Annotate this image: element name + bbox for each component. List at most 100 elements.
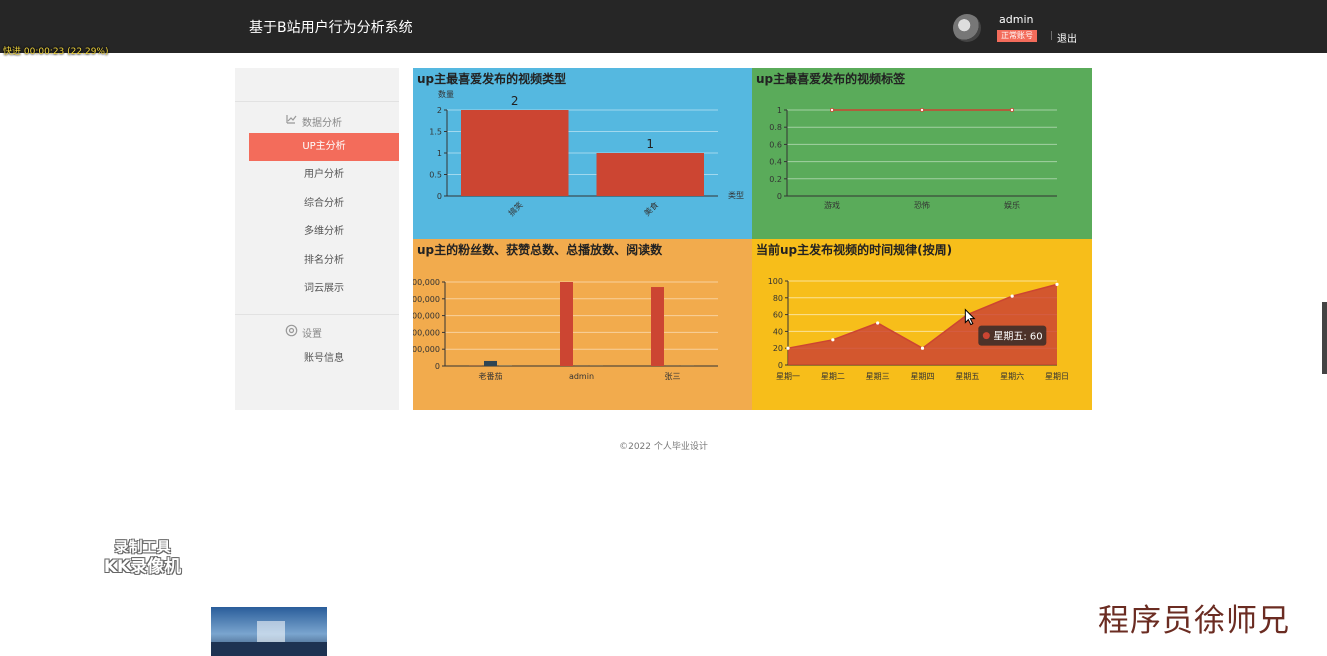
y-tick-label: 0.2	[769, 175, 782, 184]
line-point	[920, 346, 925, 350]
y-tick-label: 2	[437, 106, 442, 115]
video-types-bar-chart[interactable]: 0 0.5 1 1.5 2 数量类型 2 搞笑 1 美食	[413, 68, 752, 239]
x-tick-label: 搞笑	[506, 200, 524, 218]
separator: |	[1050, 31, 1054, 41]
x-tick-label: 张三	[665, 372, 681, 381]
recorder-watermark-line2: KK录像机	[103, 557, 182, 577]
x-tick-label: 星期日	[1045, 372, 1069, 381]
y-tick-label: 1	[437, 149, 442, 158]
chart-title: 当前up主发布视频的时间规律(按周)	[756, 243, 953, 257]
top-navbar: 基于B站用户行为分析系统 admin 正常账号 | 退出	[0, 0, 1327, 53]
line-point	[831, 338, 835, 342]
sidebar-item-ranking-analysis[interactable]: 排名分析	[249, 247, 399, 275]
x-tick-label: 美食	[642, 200, 660, 218]
x-tick-label: admin	[569, 372, 594, 381]
sidebar-divider	[235, 101, 399, 102]
sidebar-group-data-analysis: 数据分析	[235, 110, 399, 130]
line-point	[1055, 282, 1059, 286]
sidebar-group-label: 设置	[302, 329, 322, 340]
sidebar: 数据分析 UP主分析 用户分析 综合分析 多维分析 排名分析 词云展示 设置 账…	[235, 68, 399, 410]
data-label: 2	[511, 94, 519, 108]
sidebar-item-up-analysis[interactable]: UP主分析	[249, 133, 399, 161]
line-point	[786, 346, 790, 350]
analysis-icon	[285, 113, 297, 128]
y-tick-label: 0	[777, 192, 782, 201]
sidebar-item-account-info[interactable]: 账号信息	[249, 345, 399, 373]
user-avatar[interactable]	[953, 14, 981, 42]
y-tick-label: 0.6	[769, 140, 782, 149]
sidebar-item-word-cloud[interactable]: 词云展示	[249, 275, 399, 303]
recorder-timer: 快进 00:00:23 (22.29%)	[3, 47, 109, 57]
x-tick-label: 星期三	[866, 372, 890, 381]
area-fill	[788, 284, 1057, 365]
data-label: 1	[646, 137, 654, 151]
chart-up-stats: 0 200,000 400,000 600,000 800,000 1,000,000 老番…	[413, 239, 752, 410]
x-tick-label: 娱乐	[1004, 200, 1020, 210]
recorder-watermark: 录制工具 KK录像机	[90, 539, 195, 578]
bar	[651, 287, 664, 366]
gear-icon	[285, 324, 298, 340]
account-status-badge: 正常账号	[997, 30, 1037, 42]
x-tick-label: 游戏	[824, 200, 840, 210]
logout-link[interactable]: 退出	[1057, 30, 1077, 45]
sidebar-item-user-analysis[interactable]: 用户分析	[249, 161, 399, 189]
page-scrollbar[interactable]	[1322, 302, 1327, 374]
bar	[484, 360, 497, 366]
y-tick-label: 0	[437, 192, 442, 201]
y-tick-label: 40	[773, 327, 783, 336]
y-tick-label: 0.4	[769, 158, 782, 167]
x-tick-label: 星期二	[821, 372, 845, 381]
y-tick-label: 400,000	[413, 328, 440, 337]
weekly-pattern-area-chart[interactable]: 0 20 40 60 80 100 星期一 星期二 星期三 星期四 星期五 星期六 星期日 星期五: 60	[752, 239, 1092, 410]
sidebar-item-comprehensive-analysis[interactable]: 综合分析	[249, 190, 399, 218]
chart-video-tags: 0 0.2 0.4 0.6 0.8 1 游戏 恐怖 娱乐 up主最喜爱发布的视频标签	[752, 68, 1092, 239]
y-tick-label: 200,000	[413, 345, 440, 354]
site-title: 基于B站用户行为分析系统	[249, 20, 413, 36]
y-tick-label: 800,000	[413, 295, 440, 304]
x-tick-label: 星期四	[911, 372, 935, 381]
y-tick-label: 100	[768, 277, 783, 286]
x-axis-label: 类型	[728, 190, 744, 200]
thumbnail-mountains	[211, 642, 327, 656]
x-tick-label: 恐怖	[914, 200, 930, 210]
x-tick-label: 老番茄	[479, 371, 503, 381]
y-axis-label: 数量	[438, 89, 454, 99]
recorder-watermark-line1: 录制工具	[114, 540, 171, 556]
y-tick-label: 0.5	[429, 171, 442, 180]
sidebar-divider	[235, 314, 399, 315]
y-tick-label: 0	[778, 361, 783, 370]
y-tick-label: 1,000,000	[413, 278, 440, 287]
tooltip-marker	[982, 332, 990, 340]
bar	[560, 282, 573, 366]
line-point	[830, 108, 835, 113]
chart-title: up主最喜爱发布的视频类型	[417, 72, 567, 86]
bar	[461, 110, 569, 196]
x-tick-label: 星期六	[1000, 371, 1024, 381]
y-tick-label: 1.5	[429, 128, 442, 137]
y-tick-label: 0	[435, 362, 440, 371]
line-point	[1010, 294, 1014, 298]
chart-title: up主的粉丝数、获赞总数、总播放数、阅读数	[417, 243, 663, 257]
up-stats-bar-chart[interactable]: 0 200,000 400,000 600,000 800,000 1,000,000 老番…	[413, 239, 752, 410]
y-tick-label: 1	[777, 106, 782, 115]
y-tick-label: 60	[773, 311, 783, 320]
sidebar-group-label: 数据分析	[302, 118, 342, 129]
line-point	[919, 108, 924, 113]
chart-weekly-pattern: 0 20 40 60 80 100 星期一 星期二 星期三 星期四 星期五 星期六 星期日 星期五: 60…	[752, 239, 1092, 410]
y-tick-label: 0.8	[769, 123, 782, 132]
video-tags-line-chart[interactable]: 0 0.2 0.4 0.6 0.8 1 游戏 恐怖 娱乐	[752, 68, 1092, 239]
sidebar-item-multidimensional-analysis[interactable]: 多维分析	[249, 218, 399, 246]
chart-video-types: 0 0.5 1 1.5 2 数量类型 2 搞笑 1 美食 up主最喜爱发布的视频类型	[413, 68, 752, 239]
footer-copyright: ©2022 个人毕业设计	[619, 442, 708, 452]
bar	[596, 153, 704, 196]
y-tick-label: 20	[773, 344, 783, 353]
tooltip-label: 星期五: 60	[993, 331, 1042, 343]
line-point	[1009, 108, 1014, 113]
username: admin	[999, 13, 1034, 26]
chart-title: up主最喜爱发布的视频标签	[756, 72, 906, 86]
x-tick-label: 星期五	[955, 372, 979, 381]
line-point	[876, 321, 880, 325]
sidebar-group-settings: 设置	[235, 321, 399, 341]
y-tick-label: 80	[773, 294, 783, 303]
login-page-thumbnail	[211, 607, 327, 656]
